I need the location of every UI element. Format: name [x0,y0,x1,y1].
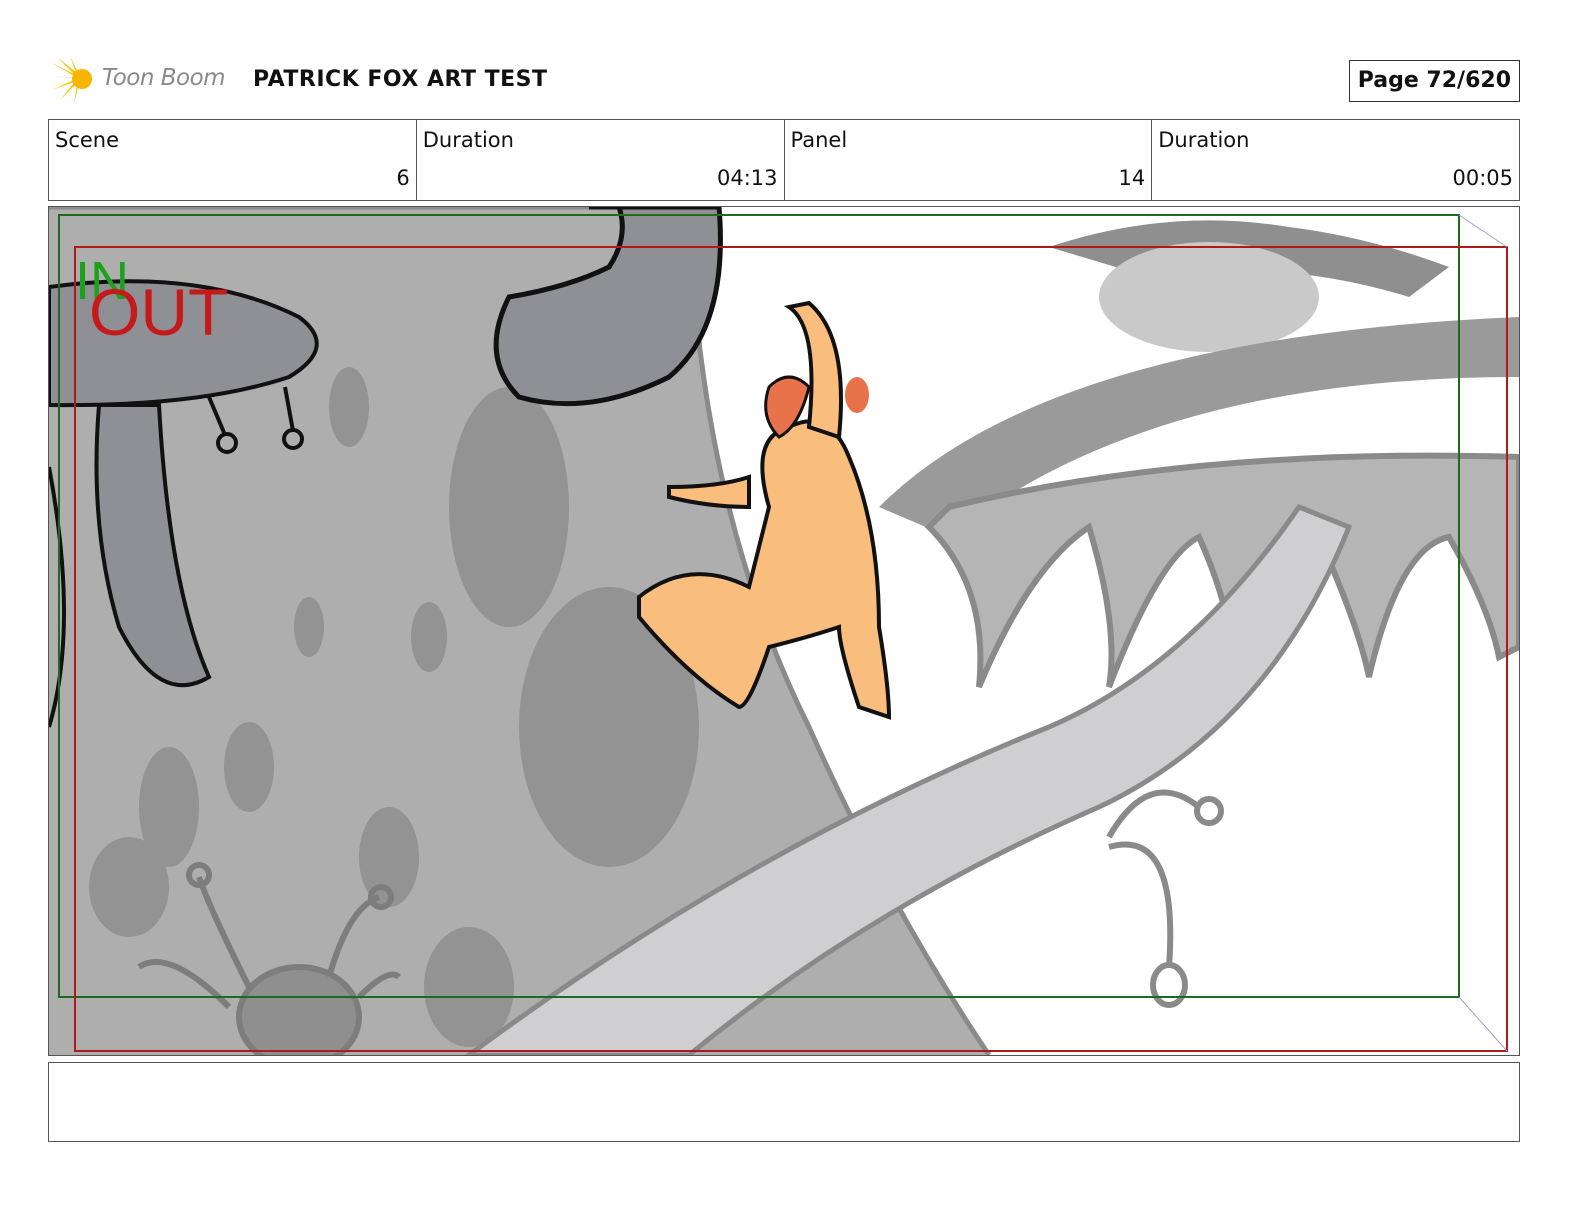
panel-duration-label: Duration [1158,128,1250,152]
scene-value: 6 [396,166,410,190]
notes-box [48,1062,1520,1142]
page-value: 72/620 [1426,68,1511,93]
logo-text: Toon Boom [102,65,226,91]
scene-label: Scene [55,128,120,152]
panel-label: Panel [790,128,848,152]
toon-boom-logo: Toon Boom [48,56,243,104]
storyboard-drawing: IN OUT [49,207,1519,1055]
panel-duration-value: 00:05 [1452,166,1513,190]
document-title: PATRICK FOX ART TEST [253,67,548,92]
panel-value: 14 [1118,166,1146,190]
panel-info-table: Scene 6 Duration 04:13 Panel 14 Duration… [48,119,1520,201]
panel-cell: Panel 14 [783,120,1152,200]
page-indicator: Page 72/620 [1348,60,1520,102]
storyboard-panel-image: IN OUT [48,206,1520,1056]
scene-cell: Scene 6 [49,120,416,200]
page-label: Page [1357,68,1419,93]
panel-duration-cell: Duration 00:05 [1151,120,1519,200]
header: Toon Boom PATRICK FOX ART TEST Page 72/6… [48,52,1520,108]
scene-duration-cell: Duration 04:13 [415,120,784,200]
sun-burst-icon [48,56,92,103]
scene-duration-label: Duration [422,128,514,152]
scene-duration-value: 04:13 [716,166,778,190]
out-label: OUT [89,275,228,349]
